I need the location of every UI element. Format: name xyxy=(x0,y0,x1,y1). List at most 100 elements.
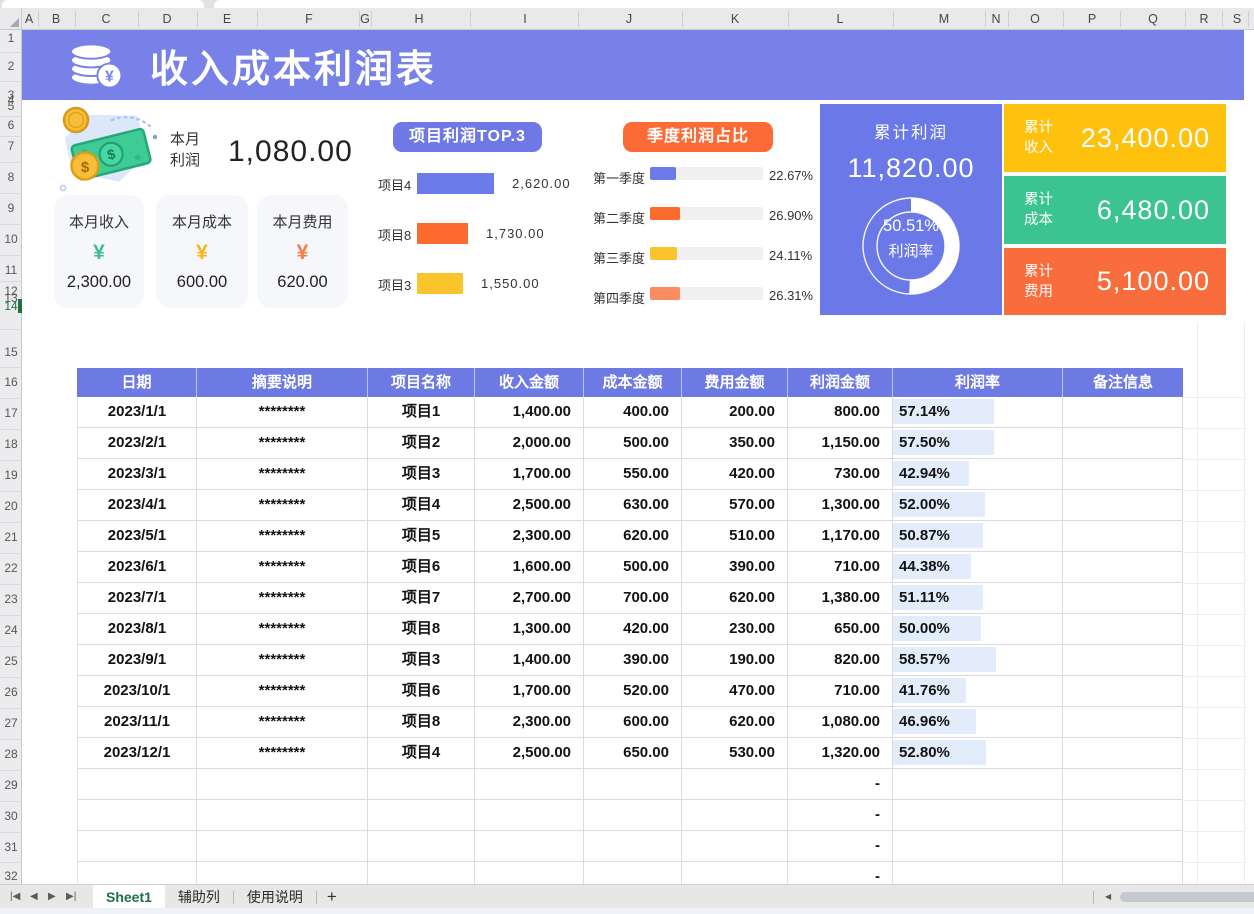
cell-project[interactable]: 项目3 xyxy=(368,645,475,676)
cell-rate[interactable]: 50.00% xyxy=(893,614,1063,645)
cell-date[interactable]: 2023/3/1 xyxy=(77,459,197,490)
cell-date[interactable]: 2023/1/1 xyxy=(77,397,197,428)
cell-note[interactable] xyxy=(1063,769,1183,800)
cell-income[interactable]: 1,700.00 xyxy=(475,459,584,490)
row-header-25[interactable]: 25 xyxy=(0,654,22,668)
cell-profit[interactable]: 1,380.00 xyxy=(788,583,893,614)
sheet-nav-prev[interactable]: ◀ xyxy=(30,885,38,909)
cell-project[interactable] xyxy=(368,831,475,862)
cell-expense[interactable] xyxy=(682,769,788,800)
cell-summary[interactable]: ******** xyxy=(197,552,368,583)
cell-project[interactable]: 项目8 xyxy=(368,707,475,738)
cell-project[interactable]: 项目8 xyxy=(368,614,475,645)
cell-income[interactable] xyxy=(475,831,584,862)
sheet-nav-first[interactable]: |◀ xyxy=(10,885,20,909)
cell-summary[interactable] xyxy=(197,769,368,800)
cell-rate[interactable] xyxy=(893,800,1063,831)
row-header-32[interactable]: 32 xyxy=(0,869,22,883)
row-header-22[interactable]: 22 xyxy=(0,561,22,575)
cell-date[interactable] xyxy=(77,800,197,831)
cell-profit[interactable]: 730.00 xyxy=(788,459,893,490)
cell-expense[interactable]: 200.00 xyxy=(682,397,788,428)
cell-date[interactable]: 2023/8/1 xyxy=(77,614,197,645)
table-header-利润金额[interactable]: 利润金额 xyxy=(788,368,893,397)
cell-cost[interactable]: 650.00 xyxy=(584,738,682,769)
cell-cost[interactable] xyxy=(584,800,682,831)
column-header-N[interactable]: N xyxy=(991,8,1000,30)
cell-profit[interactable]: 1,080.00 xyxy=(788,707,893,738)
cell-expense[interactable]: 420.00 xyxy=(682,459,788,490)
cell-income[interactable]: 2,700.00 xyxy=(475,583,584,614)
cell-date[interactable] xyxy=(77,862,197,884)
cell-date[interactable]: 2023/4/1 xyxy=(77,490,197,521)
cell-summary[interactable] xyxy=(197,800,368,831)
table-header-日期[interactable]: 日期 xyxy=(77,368,197,397)
row-header-29[interactable]: 29 xyxy=(0,778,22,792)
cell-note[interactable] xyxy=(1063,552,1183,583)
top3-chart-title-button[interactable]: 项目利润TOP.3 xyxy=(393,122,542,152)
cell-cost[interactable]: 600.00 xyxy=(584,707,682,738)
cell-expense[interactable]: 470.00 xyxy=(682,676,788,707)
row-header-19[interactable]: 19 xyxy=(0,468,22,482)
cell-summary[interactable] xyxy=(197,862,368,884)
cell-note[interactable] xyxy=(1063,831,1183,862)
cell-note[interactable] xyxy=(1063,459,1183,490)
cell-income[interactable] xyxy=(475,862,584,884)
cell-note[interactable] xyxy=(1063,676,1183,707)
cell-project[interactable] xyxy=(368,769,475,800)
cell-cost[interactable]: 390.00 xyxy=(584,645,682,676)
cell-date[interactable] xyxy=(77,831,197,862)
column-header-H[interactable]: H xyxy=(414,8,423,30)
table-header-收入金额[interactable]: 收入金额 xyxy=(475,368,584,397)
cell-expense[interactable] xyxy=(682,800,788,831)
cell-cost[interactable] xyxy=(584,831,682,862)
cell-profit[interactable]: 800.00 xyxy=(788,397,893,428)
hscroll-left-arrow[interactable]: ◀ xyxy=(1105,885,1111,909)
hscroll-thumb[interactable] xyxy=(1120,892,1254,902)
cell-cost[interactable]: 700.00 xyxy=(584,583,682,614)
cell-expense[interactable]: 570.00 xyxy=(682,490,788,521)
sheet-tab-辅助列[interactable]: 辅助列 xyxy=(165,885,233,909)
cell-rate[interactable]: 57.14% xyxy=(893,397,1063,428)
cell-note[interactable] xyxy=(1063,800,1183,831)
cell-profit[interactable]: 1,150.00 xyxy=(788,428,893,459)
cell-cost[interactable]: 550.00 xyxy=(584,459,682,490)
table-header-备注信息[interactable]: 备注信息 xyxy=(1063,368,1183,397)
cell-income[interactable]: 2,300.00 xyxy=(475,521,584,552)
cell-expense[interactable]: 620.00 xyxy=(682,707,788,738)
sheet-tab-Sheet1[interactable]: Sheet1 xyxy=(93,885,165,909)
cell-cost[interactable]: 420.00 xyxy=(584,614,682,645)
cell-summary[interactable]: ******** xyxy=(197,459,368,490)
row-header-9[interactable]: 9 xyxy=(0,201,22,215)
cell-profit[interactable]: 1,300.00 xyxy=(788,490,893,521)
cell-profit[interactable]: 1,170.00 xyxy=(788,521,893,552)
sheet-tab-使用说明[interactable]: 使用说明 xyxy=(234,885,316,909)
cell-cost[interactable] xyxy=(584,862,682,884)
cell-date[interactable]: 2023/12/1 xyxy=(77,738,197,769)
cell-summary[interactable] xyxy=(197,831,368,862)
cell-summary[interactable]: ******** xyxy=(197,583,368,614)
column-header-G[interactable]: G xyxy=(360,8,370,30)
cell-project[interactable] xyxy=(368,862,475,884)
cell-note[interactable] xyxy=(1063,521,1183,552)
row-header-21[interactable]: 21 xyxy=(0,530,22,544)
cell-rate[interactable]: 41.76% xyxy=(893,676,1063,707)
row-header-1[interactable]: 1 xyxy=(0,31,22,45)
cell-date[interactable]: 2023/10/1 xyxy=(77,676,197,707)
column-header-E[interactable]: E xyxy=(223,8,231,30)
cell-summary[interactable]: ******** xyxy=(197,521,368,552)
cell-date[interactable]: 2023/6/1 xyxy=(77,552,197,583)
cell-cost[interactable]: 500.00 xyxy=(584,428,682,459)
cell-project[interactable]: 项目4 xyxy=(368,490,475,521)
table-header-费用金额[interactable]: 费用金额 xyxy=(682,368,788,397)
cell-rate[interactable]: 57.50% xyxy=(893,428,1063,459)
row-header-30[interactable]: 30 xyxy=(0,809,22,823)
cell-note[interactable] xyxy=(1063,583,1183,614)
cell-note[interactable] xyxy=(1063,428,1183,459)
cell-rate[interactable]: 51.11% xyxy=(893,583,1063,614)
cell-rate[interactable] xyxy=(893,862,1063,884)
row-header-27[interactable]: 27 xyxy=(0,716,22,730)
row-header-23[interactable]: 23 xyxy=(0,592,22,606)
cell-note[interactable] xyxy=(1063,645,1183,676)
cell-rate[interactable] xyxy=(893,831,1063,862)
